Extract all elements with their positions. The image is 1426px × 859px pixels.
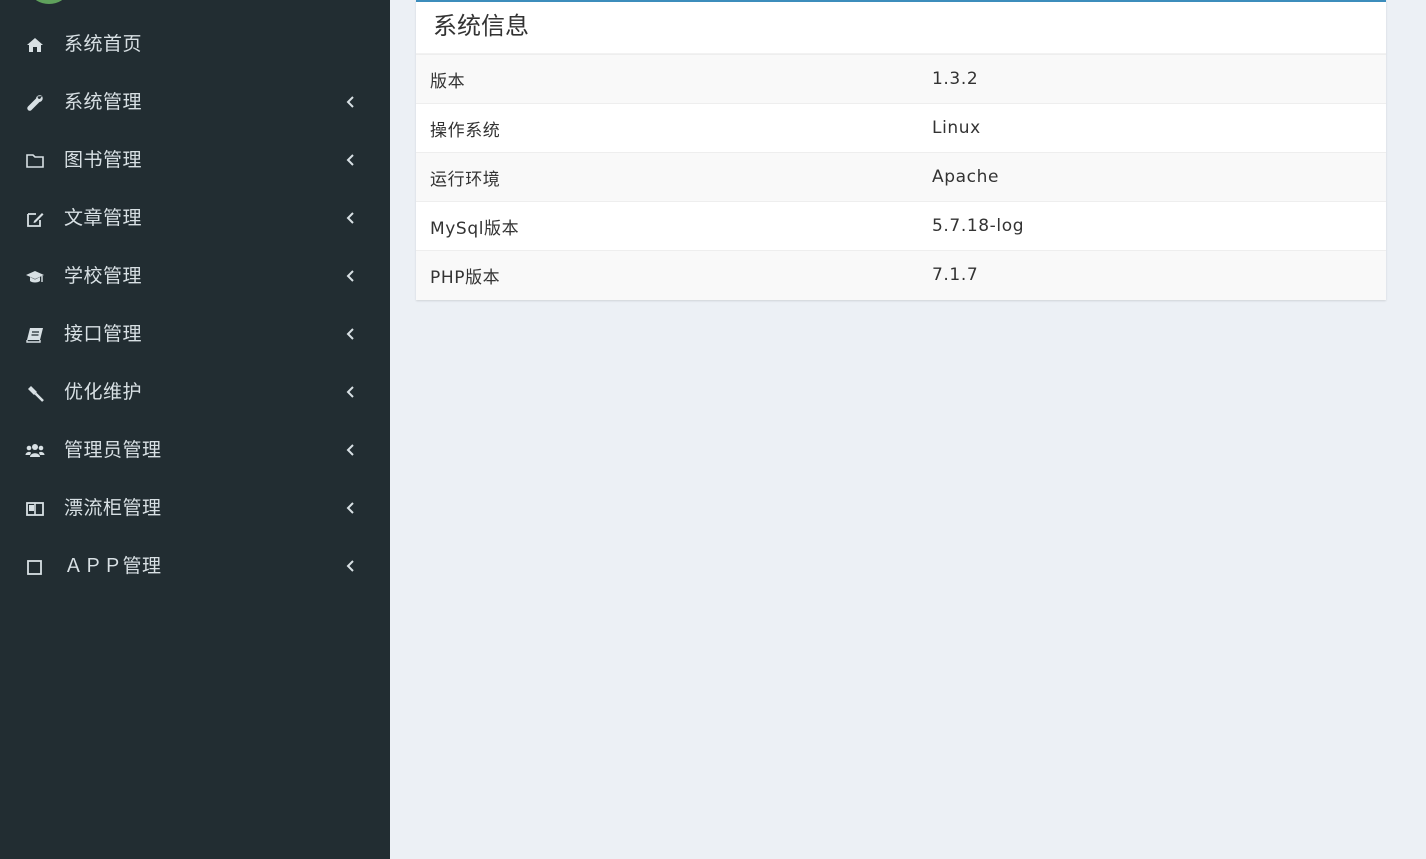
square-icon <box>24 556 46 578</box>
row-key: PHP版本 <box>430 267 501 288</box>
edit-icon <box>24 208 46 230</box>
sidebar-item-articles[interactable]: 文章管理 <box>0 190 390 248</box>
table-row: 操作系统 Linux <box>416 103 1386 153</box>
sidebar-item-label: 学校管理 <box>64 265 143 287</box>
sidebar-item-label: 系统管理 <box>64 91 143 113</box>
users-icon <box>24 440 46 462</box>
chevron-left-icon <box>343 326 357 342</box>
sidebar-item-label: 接口管理 <box>64 323 143 345</box>
wrench-icon <box>24 92 46 114</box>
chevron-left-icon <box>343 558 357 574</box>
sidebar-item-system[interactable]: 系统管理 <box>0 74 390 132</box>
folder-icon <box>24 150 46 172</box>
chevron-left-icon <box>343 442 357 458</box>
home-icon <box>24 34 46 56</box>
book-icon <box>24 324 46 346</box>
chevron-left-icon <box>343 152 357 168</box>
columns-icon <box>24 498 46 520</box>
user-avatar <box>32 0 66 4</box>
sidebar-item-cabinets[interactable]: 漂流柜管理 <box>0 480 390 538</box>
row-key: MySql版本 <box>430 218 520 239</box>
sidebar-item-schools[interactable]: 学校管理 <box>0 248 390 306</box>
chevron-left-icon <box>343 210 357 226</box>
graduation-cap-icon <box>24 266 46 288</box>
sidebar-item-label: 文章管理 <box>64 207 143 229</box>
table-row: 版本 1.3.2 <box>416 54 1386 104</box>
sidebar-item-label: 漂流柜管理 <box>64 497 162 519</box>
content-area: 系统信息 版本 1.3.2 操作系统 Linux 运行环境 Apache MyS… <box>390 0 1426 859</box>
system-info-table: 版本 1.3.2 操作系统 Linux 运行环境 Apache MySql版本 … <box>416 54 1386 300</box>
sidebar-item-label: 图书管理 <box>64 149 143 171</box>
chevron-left-icon <box>343 500 357 516</box>
table-row: PHP版本 7.1.7 <box>416 250 1386 300</box>
row-key: 操作系统 <box>430 120 501 141</box>
sidebar-item-admins[interactable]: 管理员管理 <box>0 422 390 480</box>
sidebar-menu: 系统首页 系统管理 图书管理 文章管理 学校管理 接口管理 优化维护 管理员管理… <box>0 16 390 596</box>
sidebar-item-label: 管理员管理 <box>64 439 162 461</box>
system-info-box: 系统信息 版本 1.3.2 操作系统 Linux 运行环境 Apache MyS… <box>416 0 1386 300</box>
sidebar-item-api[interactable]: 接口管理 <box>0 306 390 364</box>
sidebar-item-optimize[interactable]: 优化维护 <box>0 364 390 422</box>
sidebar-item-label: ＡＰＰ管理 <box>64 555 162 577</box>
row-value: Linux <box>932 118 981 138</box>
sidebar-item-home[interactable]: 系统首页 <box>0 16 390 74</box>
gavel-icon <box>24 382 46 404</box>
row-value: Apache <box>932 167 1000 187</box>
chevron-left-icon <box>343 94 357 110</box>
chevron-left-icon <box>343 268 357 284</box>
sidebar-item-app[interactable]: ＡＰＰ管理 <box>0 538 390 596</box>
row-key: 版本 <box>430 71 466 92</box>
sidebar-item-label: 优化维护 <box>64 381 143 403</box>
table-row: 运行环境 Apache <box>416 152 1386 202</box>
table-row: MySql版本 5.7.18-log <box>416 201 1386 251</box>
row-value: 7.1.7 <box>932 265 979 286</box>
row-value: 5.7.18-log <box>932 216 1025 236</box>
sidebar: 系统首页 系统管理 图书管理 文章管理 学校管理 接口管理 优化维护 管理员管理… <box>0 0 390 859</box>
sidebar-item-books[interactable]: 图书管理 <box>0 132 390 190</box>
sidebar-item-label: 系统首页 <box>64 33 143 55</box>
box-title: 系统信息 <box>416 2 1386 54</box>
row-value: 1.3.2 <box>932 69 979 89</box>
row-key: 运行环境 <box>430 169 501 190</box>
chevron-left-icon <box>343 384 357 400</box>
